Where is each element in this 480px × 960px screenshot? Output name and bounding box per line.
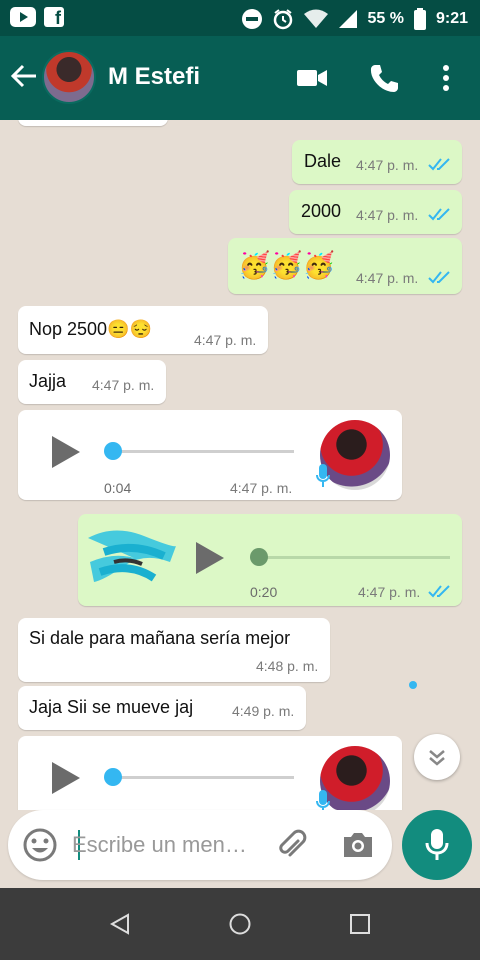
voice-record-button[interactable]: [402, 810, 472, 880]
arrow-left-icon[interactable]: [10, 62, 38, 96]
chat-header: M Estefi: [0, 36, 480, 120]
audio-progress-track[interactable]: [256, 556, 450, 559]
message-time: 4:47 p. m.: [356, 207, 419, 223]
microphone-icon: [425, 829, 449, 860]
wifi-icon: [303, 9, 328, 28]
contact-name[interactable]: M Estefi: [108, 63, 200, 91]
message-text: Si dale para mañana sería mejor: [29, 628, 291, 648]
microphone-icon: [316, 790, 330, 810]
nav-back-icon[interactable]: [108, 912, 132, 936]
double-chevron-down-icon: [429, 750, 445, 766]
message-time: 4:47 p. m.: [356, 157, 419, 173]
scribbled-avatar-image: [88, 530, 176, 582]
nav-home-icon[interactable]: [228, 912, 252, 936]
more-options-icon[interactable]: [430, 62, 462, 94]
youtube-icon: [10, 7, 36, 27]
read-ticks-icon: [428, 158, 450, 171]
audio-progress-knob[interactable]: [104, 442, 122, 460]
facebook-icon: f: [44, 7, 64, 28]
message-text: Jaja Sii se mueve jaj: [29, 697, 194, 717]
read-ticks-icon: [428, 271, 450, 284]
message-bubble-outgoing[interactable]: Dale 4:47 p. m.: [292, 140, 462, 184]
avatar: [320, 746, 390, 810]
audio-progress-knob[interactable]: [104, 768, 122, 786]
play-icon[interactable]: [52, 762, 80, 794]
message-bubble-incoming[interactable]: Si dale para mañana sería mejor 4:48 p. …: [18, 618, 330, 682]
message-bubble-incoming[interactable]: Nop 2500😑😔 4:47 p. m.: [18, 306, 268, 354]
scroll-down-button[interactable]: [414, 734, 460, 780]
play-icon[interactable]: [196, 542, 224, 574]
signal-icon: [338, 10, 357, 28]
audio-duration: 0:04: [104, 480, 132, 496]
message-time: 4:47 p. m.: [92, 377, 155, 393]
message-bubble-incoming[interactable]: Jajja 4:47 p. m.: [18, 360, 166, 404]
audio-progress-knob[interactable]: [250, 548, 268, 566]
message-bubble-outgoing[interactable]: 2000 4:47 p. m.: [289, 190, 462, 234]
chat-area[interactable]: Dale 4:47 p. m. 2000 4:47 p. m. 🥳🥳🥳 4:47…: [0, 120, 480, 810]
message-time: 4:48 p. m.: [256, 658, 319, 674]
battery-icon: [413, 8, 426, 30]
camera-icon[interactable]: [340, 827, 376, 863]
message-composer[interactable]: Escribe un men…: [8, 810, 392, 880]
message-text: Jajja: [29, 371, 67, 391]
microphone-icon: [316, 464, 330, 487]
attach-icon[interactable]: [274, 827, 310, 863]
audio-duration: 0:20: [250, 584, 278, 600]
system-nav-bar: [0, 888, 480, 960]
read-ticks-icon: [428, 208, 450, 221]
play-icon[interactable]: [52, 436, 80, 468]
audio-progress-track[interactable]: [112, 776, 294, 779]
message-text: 2000: [301, 201, 342, 221]
message-input[interactable]: Escribe un men…: [72, 832, 247, 858]
message-time: 4:47 p. m.: [358, 584, 421, 600]
message-time: 4:47 p. m.: [230, 480, 293, 496]
message-time: 4:47 p. m.: [356, 270, 419, 286]
message-text: 🥳🥳🥳: [238, 250, 336, 280]
alarm-icon: [273, 9, 292, 30]
voice-message-incoming[interactable]: [18, 736, 402, 810]
message-text: Nop 2500😑😔: [29, 319, 152, 339]
message-bubble-outgoing[interactable]: 🥳🥳🥳 4:47 p. m.: [228, 238, 462, 294]
message-bubble-incoming[interactable]: Jaja Sii se mueve jaj 4:49 p. m.: [18, 686, 306, 730]
message-time: 4:47 p. m.: [194, 332, 257, 348]
battery-percent: 55 %: [367, 10, 404, 27]
avatar: [320, 420, 390, 490]
status-bar: f 55 % 9:21: [0, 0, 480, 36]
message-time: 4:49 p. m.: [232, 703, 295, 719]
read-ticks-icon: [428, 585, 450, 598]
do-not-disturb-icon: [241, 9, 262, 29]
emoji-icon[interactable]: [22, 827, 58, 863]
message-text: Dale: [304, 151, 342, 171]
voice-message-outgoing[interactable]: 0:20 4:47 p. m.: [78, 514, 462, 606]
nav-recents-icon[interactable]: [348, 912, 372, 936]
video-call-icon[interactable]: [296, 62, 328, 94]
unread-dot: [409, 681, 417, 689]
avatar[interactable]: [42, 50, 96, 104]
clock: 9:21: [435, 10, 468, 27]
message-bubble-incoming[interactable]: [18, 120, 168, 126]
voice-message-incoming[interactable]: 0:04 4:47 p. m.: [18, 410, 402, 500]
audio-progress-track[interactable]: [112, 450, 294, 453]
phone-icon[interactable]: [368, 62, 400, 94]
